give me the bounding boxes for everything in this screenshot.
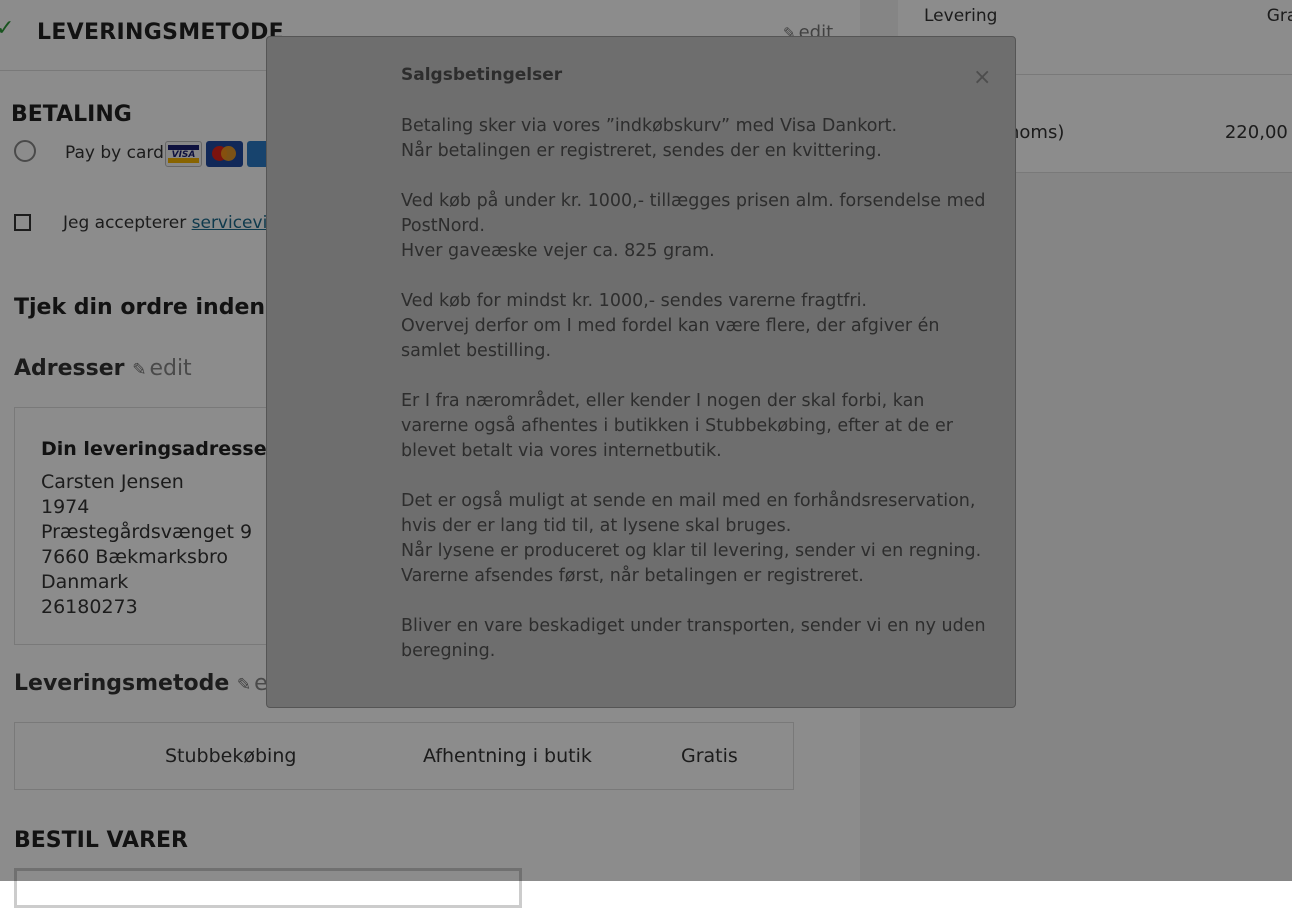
modal-line: Hver gaveæske vejer ca. 825 gram. (401, 241, 715, 261)
modal-line: Når lysene er produceret og klar til lev… (401, 541, 982, 561)
modal-line: samlet bestilling. (401, 341, 552, 361)
modal-line: beregning. (401, 641, 496, 661)
modal-paragraph: Ved køb på under kr. 1000,- tillægges pr… (401, 189, 1001, 264)
modal-line: Varerne afsendes først, når betalingen e… (401, 566, 864, 586)
modal-line: Ved køb på under kr. 1000,- tillægges pr… (401, 191, 986, 211)
modal-line: Bliver en vare beskadiget under transpor… (401, 616, 986, 636)
modal-line: Betaling sker via vores ”indkøbskurv” me… (401, 116, 898, 136)
modal-line: PostNord. (401, 216, 485, 236)
modal-body: Betaling sker via vores ”indkøbskurv” me… (401, 114, 1001, 689)
modal-line: hvis der er lang tid til, at lysene skal… (401, 516, 792, 536)
modal-paragraph: Ved køb for mindst kr. 1000,- sendes var… (401, 289, 1001, 364)
modal-line: Ved køb for mindst kr. 1000,- sendes var… (401, 291, 867, 311)
modal-paragraph: Det er også muligt at sende en mail med … (401, 489, 1001, 589)
modal-paragraph: Er I fra nærområdet, eller kender I noge… (401, 389, 1001, 464)
modal-line: Når betalingen er registreret, sendes de… (401, 141, 882, 161)
modal-line: blevet betalt via vores internetbutik. (401, 441, 722, 461)
modal-paragraph: Betaling sker via vores ”indkøbskurv” me… (401, 114, 1001, 164)
modal-title: Salgsbetingelser (401, 65, 563, 85)
modal-line: Det er også muligt at sende en mail med … (401, 491, 976, 511)
terms-modal: Salgsbetingelser × Betaling sker via vor… (266, 36, 1016, 708)
modal-paragraph: Bliver en vare beskadiget under transpor… (401, 614, 1001, 664)
modal-line: varerne også afhentes i butikken i Stubb… (401, 416, 953, 436)
close-icon[interactable]: × (973, 65, 991, 90)
modal-line: Er I fra nærområdet, eller kender I noge… (401, 391, 925, 411)
modal-line: Overvej derfor om I med fordel kan være … (401, 316, 940, 336)
